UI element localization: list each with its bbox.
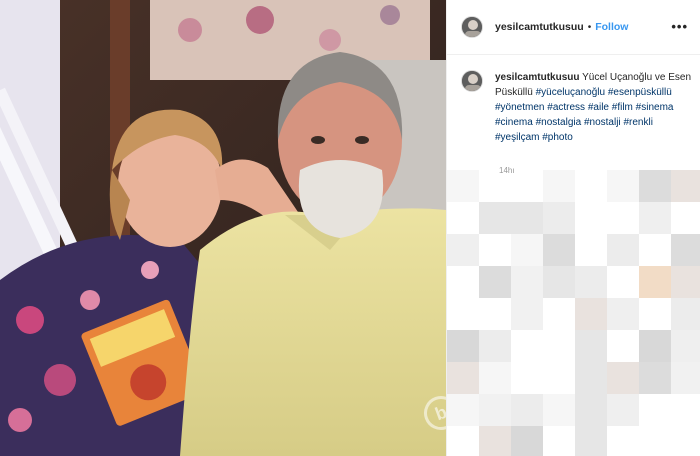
blur-block [479, 394, 511, 426]
profile-avatar[interactable] [461, 16, 483, 38]
blur-block [479, 202, 511, 234]
post-header: yesilcamtutkusuu • Follow ••• [447, 0, 700, 55]
hashtag-link[interactable]: #yüceluçanoğlu [536, 87, 606, 98]
post-photo[interactable]: b [0, 0, 446, 456]
blur-block [671, 362, 700, 394]
blur-block [447, 362, 479, 394]
hashtag-link[interactable]: #photo [542, 132, 573, 143]
follow-button[interactable]: Follow [595, 21, 628, 33]
blur-block [671, 170, 700, 202]
blur-block [639, 330, 671, 362]
hashtag-link[interactable]: #film [612, 102, 633, 113]
blur-block [511, 234, 543, 266]
blur-block [511, 426, 543, 456]
hashtag-link[interactable]: #esenpüsküllü [608, 87, 672, 98]
avatar-image [462, 17, 482, 37]
blur-block [447, 394, 479, 426]
blurred-comments [447, 170, 700, 456]
blur-block [447, 330, 479, 362]
photo-image [0, 0, 446, 456]
caption-username[interactable]: yesilcamtutkusuu [495, 72, 579, 83]
blur-block [511, 266, 543, 298]
caption-avatar[interactable] [461, 70, 483, 92]
blur-block [607, 394, 639, 426]
blur-block [671, 330, 700, 362]
hashtag-link[interactable]: #actress [547, 102, 585, 113]
hashtag-link[interactable]: #nostalgia [536, 117, 582, 128]
blur-block [447, 170, 479, 202]
header-separator: • [587, 21, 592, 33]
blur-block [575, 330, 607, 362]
blur-block [543, 394, 575, 426]
blur-block [575, 394, 607, 426]
ellipsis-icon[interactable]: ••• [671, 19, 688, 34]
blur-block [607, 298, 639, 330]
avatar-image [462, 71, 482, 91]
blur-block [575, 362, 607, 394]
hashtag-link[interactable]: #yönetmen [495, 102, 544, 113]
blur-block [447, 234, 479, 266]
blur-block [639, 170, 671, 202]
blur-block [639, 266, 671, 298]
blur-block [607, 362, 639, 394]
blur-block [479, 426, 511, 456]
blur-block [479, 362, 511, 394]
post-caption: yesilcamtutkusuu Yücel Uçanoğlu ve Esen … [461, 70, 693, 145]
blur-block [543, 234, 575, 266]
blur-block [543, 266, 575, 298]
post-sidebar: yesilcamtutkusuu • Follow ••• yesilcamtu… [446, 0, 700, 456]
blur-block [639, 202, 671, 234]
header-username[interactable]: yesilcamtutkusuu [495, 21, 584, 33]
blur-block [575, 298, 607, 330]
blur-block [543, 170, 575, 202]
blur-block [511, 202, 543, 234]
hashtag-link[interactable]: #nostalji [584, 117, 621, 128]
blur-block [671, 298, 700, 330]
hashtag-link[interactable]: #renkli [623, 117, 652, 128]
blur-block [511, 394, 543, 426]
blur-block [575, 266, 607, 298]
blur-block [511, 298, 543, 330]
caption-body: yesilcamtutkusuu Yücel Uçanoğlu ve Esen … [495, 70, 693, 145]
hashtag-link[interactable]: #sinema [636, 102, 674, 113]
blur-block [479, 330, 511, 362]
hashtag-link[interactable]: #aile [588, 102, 609, 113]
blur-block [479, 266, 511, 298]
blur-block [607, 170, 639, 202]
blur-block [671, 234, 700, 266]
hashtag-link[interactable]: #cinema [495, 117, 533, 128]
hashtag-link[interactable]: #yeşilçam [495, 132, 539, 143]
blur-block [575, 426, 607, 456]
blur-block [543, 202, 575, 234]
blur-block [607, 234, 639, 266]
blur-block [639, 362, 671, 394]
blur-block [671, 266, 700, 298]
